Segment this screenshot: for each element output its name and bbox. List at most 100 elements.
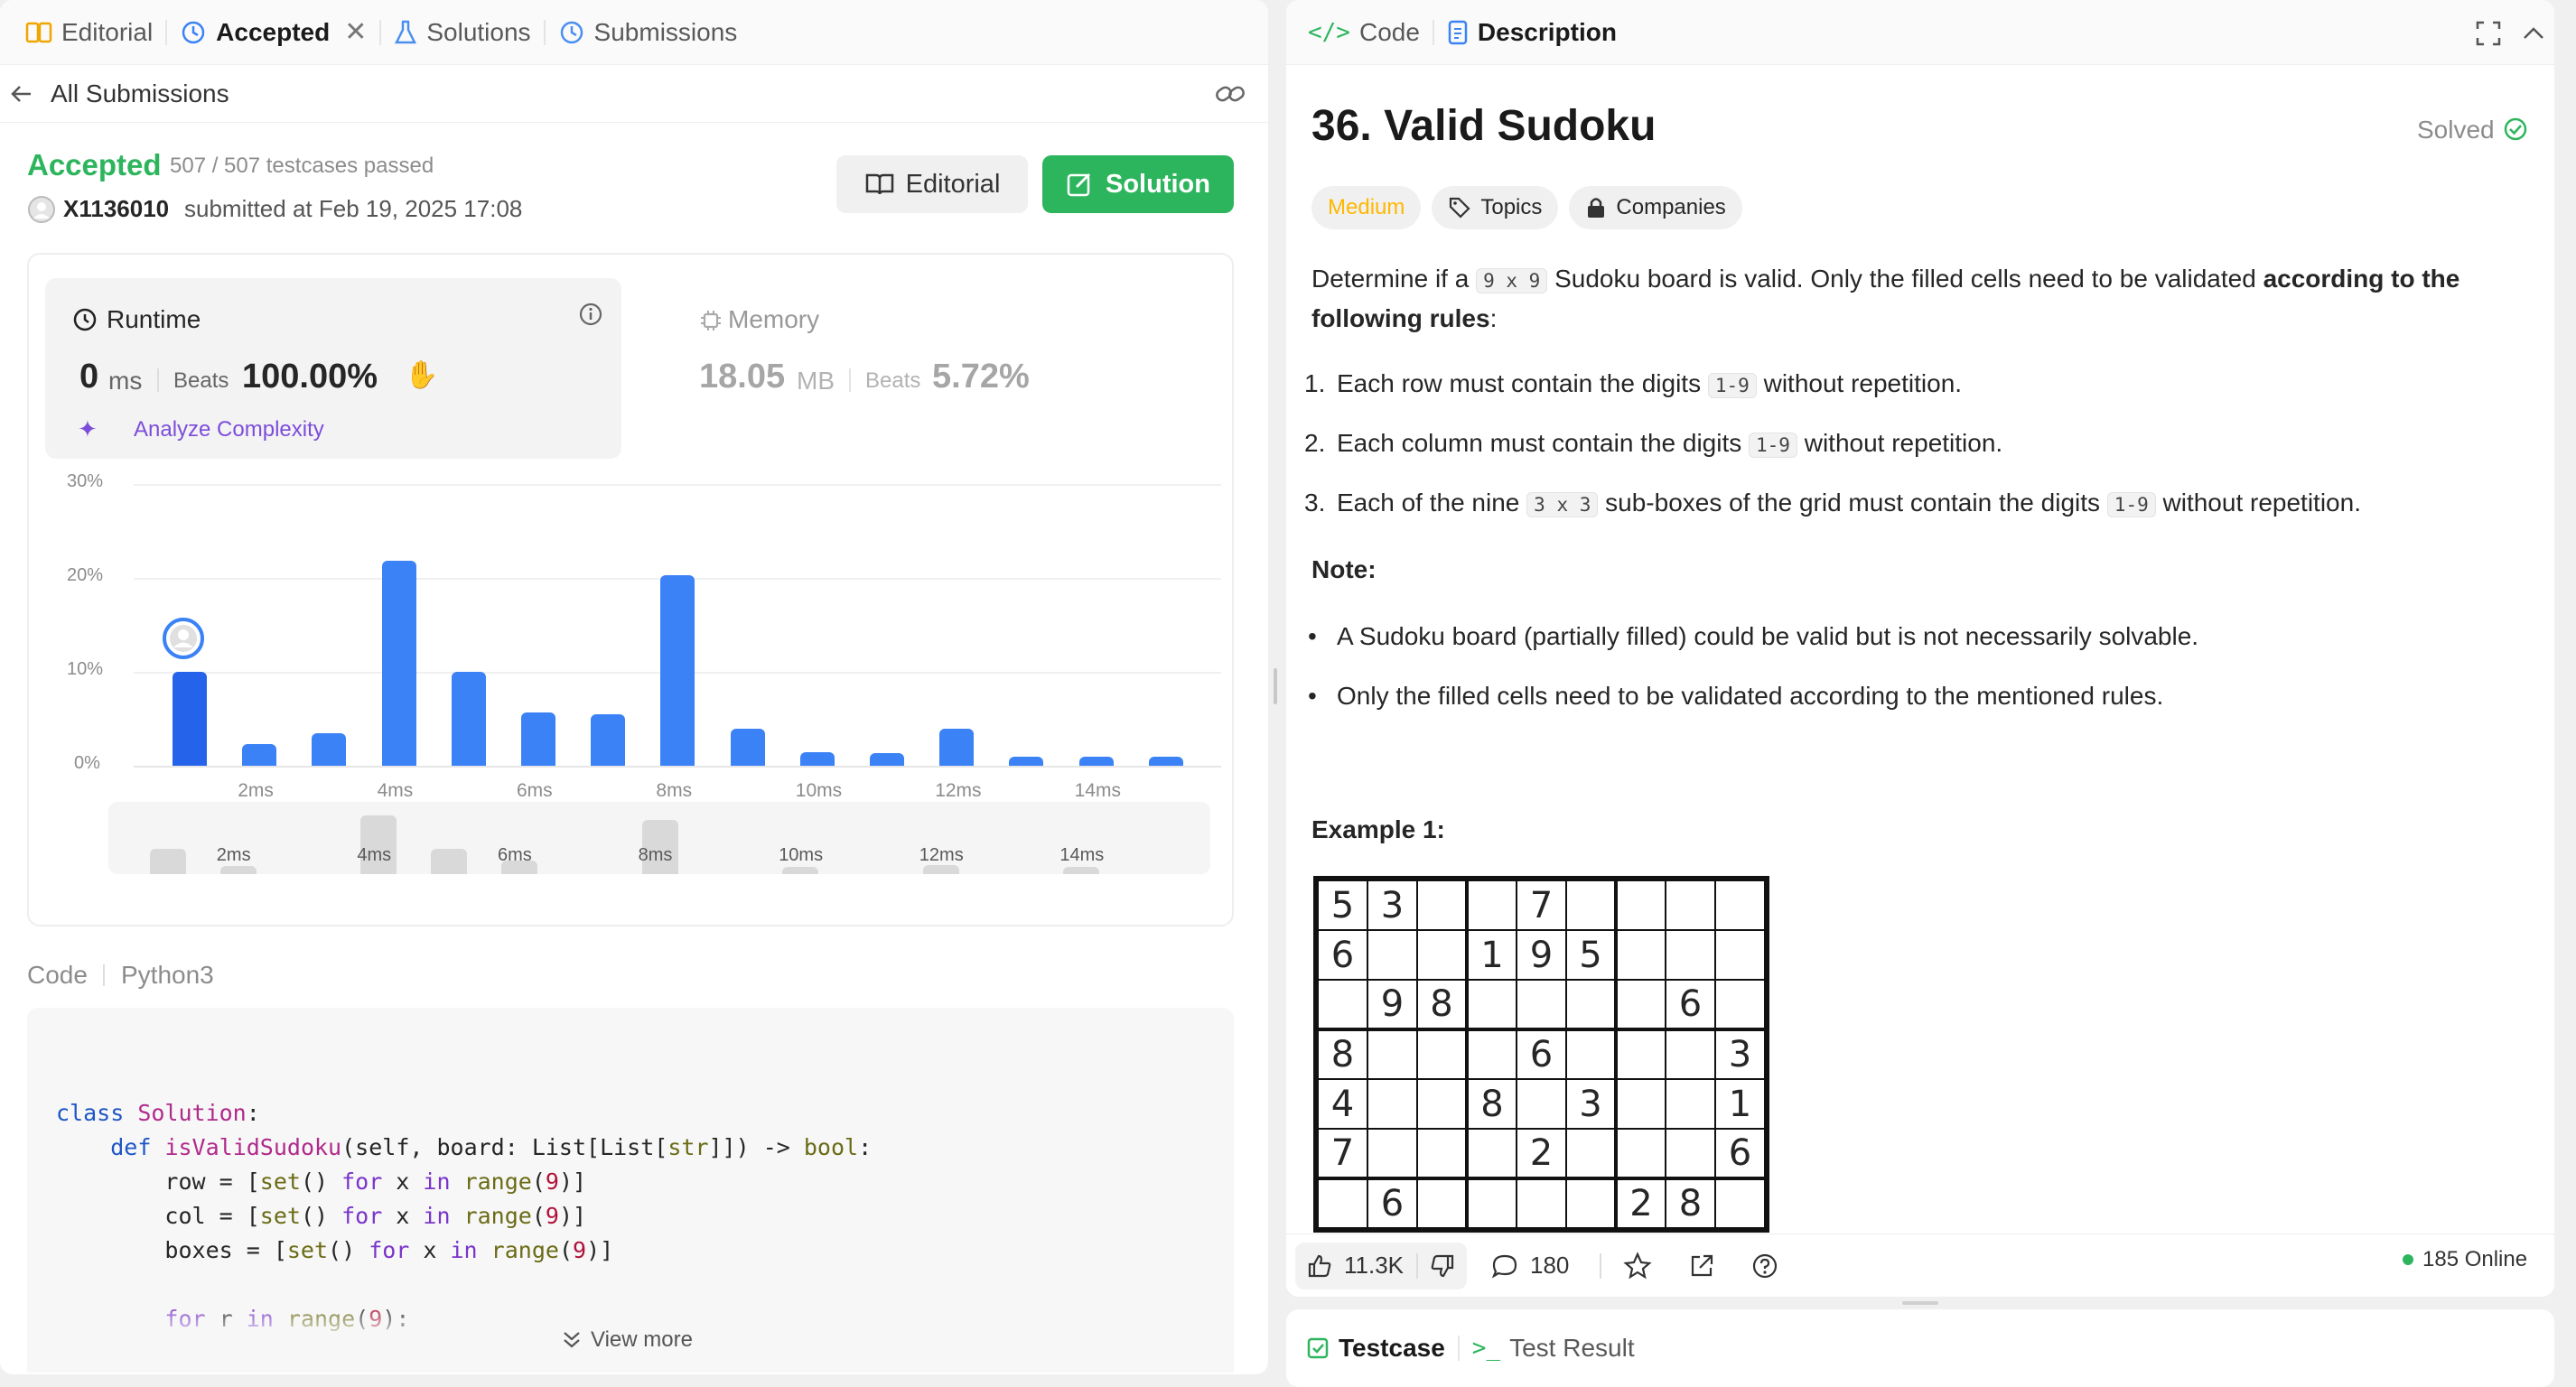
- overview-tick-label: 8ms: [638, 845, 673, 865]
- vertical-splitter-handle[interactable]: [1274, 668, 1277, 704]
- comment-icon[interactable]: [1490, 1252, 1519, 1280]
- sudoku-cell: [1714, 1177, 1766, 1229]
- sudoku-cell: 2: [1516, 1128, 1567, 1179]
- runtime-bar[interactable]: [312, 732, 347, 766]
- document-icon: [1448, 20, 1468, 44]
- tab-description[interactable]: Description: [1434, 0, 1629, 65]
- chevron-up-icon[interactable]: [2520, 20, 2547, 47]
- editorial-button[interactable]: Editorial: [836, 155, 1028, 213]
- all-submissions-link[interactable]: All Submissions: [51, 79, 229, 108]
- sudoku-cell: [1367, 1078, 1418, 1130]
- companies-chip[interactable]: Companies: [1569, 186, 1742, 229]
- runtime-bar[interactable]: [660, 574, 695, 766]
- sudoku-cell: [1714, 929, 1766, 981]
- runtime-bar[interactable]: [451, 672, 486, 766]
- tab-test-result[interactable]: >_ Test Result: [1460, 1316, 1647, 1381]
- runtime-bar[interactable]: [730, 729, 765, 766]
- testcases-passed: 507 / 507 testcases passed: [170, 154, 434, 178]
- share-icon[interactable]: [1688, 1252, 1715, 1280]
- sudoku-cell: [1416, 929, 1468, 981]
- runtime-bar[interactable]: [591, 713, 626, 766]
- tab-code[interactable]: </> Code: [1295, 0, 1433, 65]
- sudoku-cell: [1614, 979, 1666, 1030]
- sudoku-cell: [1416, 1128, 1468, 1179]
- sudoku-cell: [1416, 1078, 1468, 1130]
- rule-3: 3. Each of the nine 3 x 3 sub-boxes of th…: [1304, 489, 2361, 517]
- runtime-bar[interactable]: [381, 561, 416, 766]
- sudoku-cell: 8: [1416, 979, 1468, 1030]
- memory-beats-label: Beats: [865, 368, 921, 393]
- tab-accepted[interactable]: Accepted ✕: [167, 0, 379, 65]
- runtime-bar[interactable]: [521, 712, 555, 766]
- divider: [1600, 1252, 1602, 1279]
- sudoku-cell: [1565, 1177, 1617, 1229]
- code-line: def isValidSudoku(self, board: List[List…: [110, 1134, 873, 1160]
- rule-1: 1. Each row must contain the digits 1-9 w…: [1304, 369, 1963, 398]
- tab-editorial[interactable]: Editorial: [13, 0, 165, 65]
- thumbs-up-icon[interactable]: [1306, 1252, 1333, 1280]
- username[interactable]: X1136010: [63, 195, 169, 223]
- memory-card[interactable]: Memory 18.05 MB Beats 5.72%: [643, 278, 1203, 459]
- help-icon[interactable]: [1751, 1252, 1778, 1280]
- sudoku-cell: 8: [1665, 1177, 1716, 1229]
- comments-count: 180: [1530, 1252, 1570, 1279]
- runtime-bar[interactable]: [1148, 756, 1183, 766]
- runtime-bar[interactable]: [1009, 756, 1044, 766]
- runtime-value: 0: [79, 358, 99, 396]
- thumbs-down-icon[interactable]: [1429, 1252, 1456, 1280]
- problem-title[interactable]: 36. Valid Sudoku: [1311, 101, 1656, 151]
- runtime-bar[interactable]: [242, 744, 277, 766]
- memory-unit: MB: [797, 367, 835, 395]
- user-position-avatar[interactable]: [161, 616, 206, 661]
- terminal-icon: >_: [1471, 1335, 1501, 1362]
- clock-icon: [73, 308, 97, 331]
- star-icon[interactable]: [1623, 1251, 1653, 1280]
- tag-icon: [1450, 197, 1470, 219]
- divider: [1416, 1252, 1419, 1279]
- arrow-left-icon[interactable]: [9, 81, 34, 107]
- sudoku-cell: [1714, 979, 1766, 1030]
- tab-testcase[interactable]: Testcase: [1306, 1316, 1458, 1381]
- sudoku-cell: [1465, 979, 1517, 1030]
- problem-panel: </> Code Description 36. Valid Sudoku So…: [1286, 0, 2554, 1297]
- sudoku-cell: 6: [1317, 929, 1368, 981]
- sudoku-cell: 3: [1565, 1078, 1617, 1130]
- overview-tick-label: 2ms: [216, 845, 251, 865]
- runtime-bar[interactable]: [799, 752, 835, 766]
- tab-submissions[interactable]: Submissions: [546, 0, 751, 65]
- online-count: 185 Online: [2422, 1247, 2528, 1271]
- runtime-card[interactable]: Runtime 0 ms Beats 100.00% ✋ ✦ Analyze C…: [45, 278, 621, 459]
- sudoku-row: 53 7: [1317, 880, 1766, 931]
- sudoku-cell: [1416, 1028, 1468, 1080]
- horizontal-splitter-handle[interactable]: [1902, 1301, 1938, 1305]
- view-more-button[interactable]: View more: [560, 1327, 693, 1353]
- sudoku-cell: [1614, 1128, 1666, 1179]
- sudoku-row: 98 6: [1317, 979, 1766, 1030]
- maximize-icon[interactable]: [2475, 20, 2502, 47]
- info-icon[interactable]: [578, 302, 603, 327]
- chip-icon: [701, 311, 721, 330]
- overview-bar: [150, 849, 186, 874]
- tab-solutions[interactable]: Solutions: [381, 0, 543, 65]
- x-tick-label: 14ms: [1074, 780, 1121, 801]
- solution-button[interactable]: Solution: [1042, 155, 1234, 213]
- code-line: row = [set() for x in range(9)]: [56, 1168, 587, 1195]
- runtime-bar[interactable]: [1078, 756, 1114, 766]
- topics-chip[interactable]: Topics: [1432, 186, 1559, 229]
- difficulty-badge[interactable]: Medium: [1311, 186, 1422, 229]
- overview-bar: [922, 865, 959, 874]
- avatar[interactable]: [27, 195, 56, 224]
- sudoku-cell: 5: [1317, 880, 1368, 931]
- analyze-complexity-link[interactable]: Analyze Complexity: [134, 417, 324, 442]
- sudoku-cell: 7: [1516, 880, 1567, 931]
- runtime-bar[interactable]: [870, 753, 904, 766]
- close-tab-icon[interactable]: ✕: [344, 16, 367, 48]
- runtime-bar[interactable]: [939, 729, 975, 766]
- sudoku-cell: 8: [1317, 1028, 1368, 1080]
- runtime-bar[interactable]: [173, 672, 207, 766]
- check-circle-icon: [2504, 117, 2527, 141]
- sudoku-cell: [1416, 880, 1468, 931]
- chart-overview-scrubber[interactable]: 2ms 4ms 6ms 8ms 10ms 12ms 14ms: [108, 802, 1210, 874]
- link-icon[interactable]: [1214, 79, 1246, 108]
- history-icon: [560, 21, 583, 43]
